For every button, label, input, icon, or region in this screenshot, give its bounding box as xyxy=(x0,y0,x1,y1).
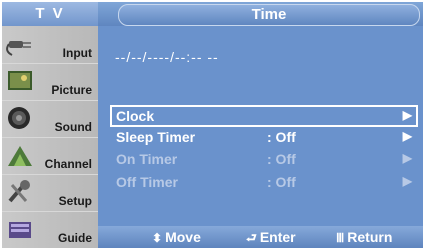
chevron-right-icon: ▶ xyxy=(402,151,412,165)
enter-icon: ⮐ xyxy=(246,231,257,245)
menu-item-label: Sleep Timer xyxy=(116,129,196,145)
menu-item-label: Clock xyxy=(116,108,155,124)
menu-item-label: Off Timer xyxy=(116,174,178,190)
menu-item-value: : Off xyxy=(267,151,296,167)
sidebar-item-label: Input xyxy=(62,46,92,60)
sidebar-item-label: Guide xyxy=(57,231,92,245)
menu-item-sleep-timer[interactable]: Sleep Timer : Off ▶ xyxy=(112,128,416,148)
chevron-right-icon: ▶ xyxy=(402,129,412,143)
sidebar-item-label: Setup xyxy=(58,194,92,208)
sidebar-item-channel[interactable]: Channel xyxy=(2,137,98,175)
sidebar-item-label: Sound xyxy=(54,120,92,134)
top-bar: T V Time xyxy=(2,2,423,26)
speaker-icon xyxy=(8,107,30,129)
chevron-right-icon: ▶ xyxy=(402,108,412,122)
return-hint-label: Return xyxy=(347,229,393,245)
enter-hint: ⮐ Enter xyxy=(246,229,296,248)
tv-tab[interactable]: T V xyxy=(2,2,98,26)
menu-item-on-timer[interactable]: On Timer : Off ▶ xyxy=(112,150,416,170)
sidebar-item-label: Picture xyxy=(51,83,92,97)
sidebar-item-setup[interactable]: Setup xyxy=(2,174,98,212)
menu-item-clock[interactable]: Clock ▶ xyxy=(110,105,418,127)
chevron-right-icon: ▶ xyxy=(402,174,412,188)
sidebar-item-guide[interactable]: Guide xyxy=(2,211,98,248)
sidebar-item-sound[interactable]: Sound xyxy=(2,100,98,138)
input-plug-icon xyxy=(6,41,31,56)
channel-antenna-icon xyxy=(8,146,32,166)
return-icon: Ⅲ xyxy=(336,231,345,245)
current-time-display: --/--/----/--:-- -- xyxy=(115,49,219,65)
move-hint-label: Move xyxy=(165,229,201,245)
sidebar-item-picture[interactable]: Picture xyxy=(2,63,98,101)
tv-osd-menu: T V Time Input Picture Sound Channel Set… xyxy=(2,2,423,248)
setup-tools-icon xyxy=(8,180,30,203)
picture-screen-icon xyxy=(8,71,32,90)
sidebar: Input Picture Sound Channel Setup Guide xyxy=(2,26,98,248)
move-hint: ⬍ Move xyxy=(152,229,201,245)
control-hint-bar: ⬍ Move ⮐ Enter Ⅲ Return xyxy=(98,226,423,248)
sidebar-item-input[interactable]: Input xyxy=(2,26,98,64)
return-hint: Ⅲ Return xyxy=(336,229,392,245)
guide-program-icon xyxy=(9,222,31,238)
menu-item-off-timer[interactable]: Off Timer : Off ▶ xyxy=(112,173,416,193)
menu-item-label: On Timer xyxy=(116,151,178,167)
page-title: Time xyxy=(118,4,420,26)
menu-item-value: : Off xyxy=(267,129,296,145)
menu-item-value: : Off xyxy=(267,174,296,190)
enter-hint-label: Enter xyxy=(259,229,296,245)
updown-arrow-icon: ⬍ xyxy=(152,231,163,245)
sidebar-item-label: Channel xyxy=(44,157,92,171)
